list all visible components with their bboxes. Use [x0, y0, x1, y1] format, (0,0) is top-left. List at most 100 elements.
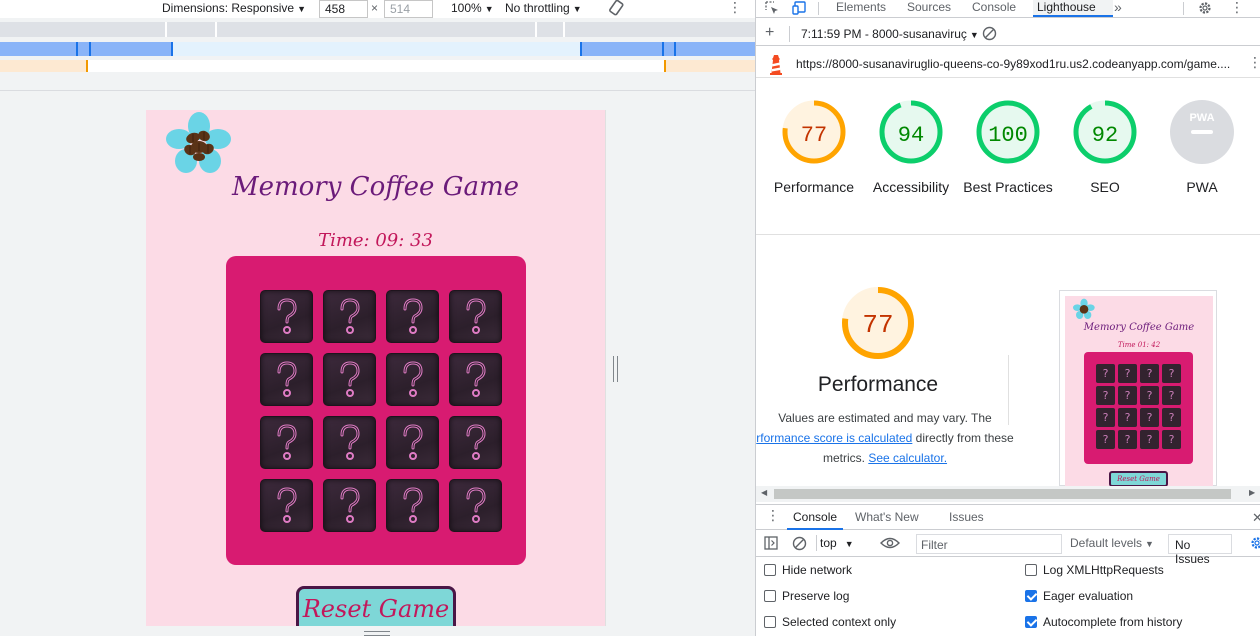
more-tabs-icon[interactable]: » [1110, 0, 1126, 17]
pwa-dash-mark [1191, 130, 1213, 134]
console-toolbar: top ▼ Filter Default levels ▼ No Issues [756, 530, 1260, 566]
reset-game-button[interactable]: Reset Game [296, 586, 456, 626]
memory-card[interactable] [260, 479, 313, 532]
context-select[interactable]: top ▼ [820, 536, 854, 550]
new-report-icon[interactable]: + [765, 24, 774, 42]
gauge-performance[interactable]: 77 Performance [764, 99, 864, 197]
device-toggle-icon[interactable] [792, 1, 806, 15]
drawer-tab-whats-new[interactable]: What's New [849, 505, 925, 530]
see-calculator-link[interactable]: See calculator. [868, 451, 947, 465]
drawer-tab-console[interactable]: Console [787, 505, 844, 530]
log-levels-select[interactable]: Default levels ▼ [1070, 536, 1154, 550]
zoom-select[interactable]: 100% ▼ [451, 0, 494, 17]
memory-card[interactable] [260, 290, 313, 343]
more-options-icon[interactable]: ⋮ [728, 0, 742, 14]
inspect-element-icon[interactable] [765, 1, 779, 15]
drawer-tab-issues[interactable]: Issues [943, 505, 990, 530]
caret-down-icon: ▼ [969, 30, 979, 40]
checkbox[interactable] [1025, 616, 1037, 628]
close-drawer-icon[interactable]: ✕ [1252, 510, 1260, 526]
gauge-pwa[interactable]: PWA PWA [1152, 99, 1252, 197]
memory-card[interactable] [386, 290, 439, 343]
option-hide-network[interactable]: Hide network [764, 563, 852, 577]
resize-handle-bottom[interactable] [364, 631, 390, 636]
memory-card[interactable] [449, 479, 502, 532]
console-settings-gear-icon[interactable] [1250, 536, 1260, 550]
gauge-best-practices[interactable]: 100 Best Practices [958, 99, 1058, 197]
performance-gauge-large: 77 [842, 287, 914, 359]
checkbox[interactable] [764, 616, 776, 628]
memory-card[interactable] [449, 290, 502, 343]
height-input[interactable]: 514 [384, 0, 433, 18]
memory-card[interactable] [386, 416, 439, 469]
console-sidebar-icon[interactable] [764, 536, 778, 550]
gauge-score: 94 [898, 123, 924, 148]
tab-console[interactable]: Console [968, 0, 1020, 17]
checkbox[interactable] [764, 590, 776, 602]
memory-card[interactable] [260, 353, 313, 406]
checkbox[interactable] [1025, 590, 1037, 602]
memory-card[interactable] [323, 416, 376, 469]
option-selected-context-only[interactable]: Selected context only [764, 615, 896, 629]
memory-card[interactable] [260, 416, 313, 469]
question-mark-icon [403, 486, 423, 523]
memory-card[interactable] [323, 353, 376, 406]
horizontal-scrollbar[interactable]: ◀ ▶ [756, 486, 1260, 502]
option-eager-evaluation[interactable]: Eager evaluation [1025, 589, 1133, 603]
gauge-score: 92 [1092, 123, 1118, 148]
option-log-xmlhttprequests[interactable]: Log XMLHttpRequests [1025, 563, 1164, 577]
resize-handle-right[interactable] [613, 356, 618, 382]
checkbox[interactable] [1025, 564, 1037, 576]
memory-card[interactable] [323, 290, 376, 343]
memory-card[interactable] [323, 479, 376, 532]
thumbnail-card: ? [1118, 386, 1137, 405]
report-menu-icon[interactable]: ⋮ [1248, 55, 1260, 69]
option-autocomplete-from-history[interactable]: Autocomplete from history [1025, 615, 1182, 629]
live-expression-eye-icon[interactable] [880, 537, 900, 549]
breakpoint-segment [0, 60, 88, 72]
media-query-bar-minmax[interactable] [0, 42, 755, 56]
throttling-select[interactable]: No throttling ▼ [505, 0, 582, 17]
thumbnail-card: ? [1096, 408, 1115, 427]
memory-card[interactable] [386, 479, 439, 532]
rotate-icon[interactable] [607, 0, 625, 16]
thumbnail-flower-logo [1073, 298, 1095, 319]
final-screenshot-thumbnail[interactable]: Memory Coffee Game Time 01: 42 ?????????… [1059, 290, 1217, 487]
media-query-bar-min[interactable] [0, 60, 755, 72]
devtools-menu-icon[interactable]: ⋮ [1226, 0, 1248, 17]
thumbnail-card: ? [1140, 408, 1159, 427]
tab-sources[interactable]: Sources [903, 0, 955, 17]
breakpoint-tick [580, 42, 582, 56]
checkbox[interactable] [764, 564, 776, 576]
scrollbar-thumb[interactable] [774, 489, 1231, 499]
report-select[interactable]: 7:11:59 PM - 8000-susanaviruç ▼ [801, 27, 979, 41]
clear-console-icon[interactable] [792, 536, 807, 551]
thumbnail-card: ? [1140, 386, 1159, 405]
memory-card[interactable] [449, 353, 502, 406]
scroll-left-icon[interactable]: ◀ [761, 488, 767, 497]
console-filter-input[interactable]: Filter [916, 534, 1062, 554]
breakpoint-tick [86, 60, 88, 72]
clear-reports-icon[interactable] [982, 26, 997, 41]
tab-elements[interactable]: Elements [832, 0, 890, 17]
pwa-gauge-icon: PWA [1170, 100, 1234, 164]
gauge-ring: 100 [976, 100, 1040, 164]
issues-button[interactable]: No Issues [1168, 534, 1232, 566]
gauge-seo[interactable]: 92 SEO [1055, 99, 1155, 197]
report-url-bar: https://8000-susanaviruglio-queens-co-9y… [756, 50, 1260, 78]
media-query-bar-max[interactable] [0, 22, 755, 37]
option-preserve-log[interactable]: Preserve log [764, 589, 849, 603]
memory-card[interactable] [386, 353, 439, 406]
drawer-menu-icon[interactable]: ⋮ [766, 508, 780, 522]
settings-gear-icon[interactable] [1198, 1, 1212, 15]
game-title: Memory Coffee Game [231, 172, 519, 202]
caret-down-icon: ▼ [572, 4, 582, 14]
width-input[interactable]: 458 [319, 0, 368, 18]
breakpoint-tick [89, 42, 91, 56]
score-calculated-link[interactable]: rformance score is calculated [756, 431, 912, 445]
tab-lighthouse[interactable]: Lighthouse [1033, 0, 1113, 17]
scroll-right-icon[interactable]: ▶ [1249, 488, 1255, 497]
gauge-accessibility[interactable]: 94 Accessibility [861, 99, 961, 197]
dimensions-select[interactable]: Dimensions: Responsive ▼ [162, 0, 306, 17]
memory-card[interactable] [449, 416, 502, 469]
